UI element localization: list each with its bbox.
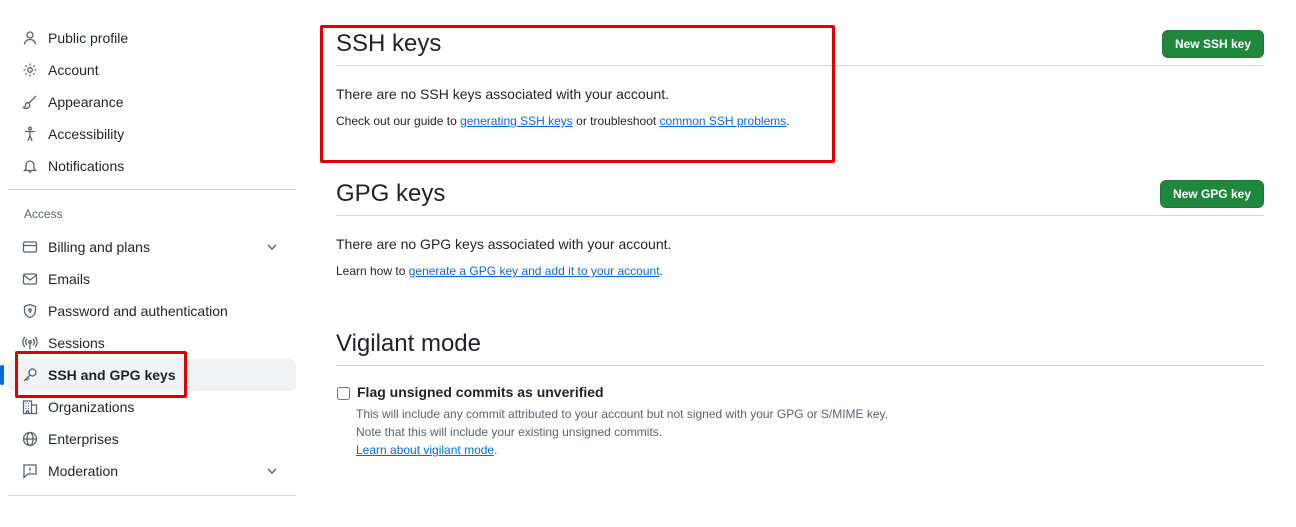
sidebar-item-label: Notifications bbox=[48, 158, 125, 174]
ssh-guide-prefix: Check out our guide to bbox=[336, 114, 461, 128]
vigilant-mode-checkbox[interactable] bbox=[337, 387, 350, 400]
ssh-guide-text: Check out our guide to generating SSH ke… bbox=[336, 114, 1264, 128]
sidebar-item-label: Appearance bbox=[48, 94, 124, 110]
report-icon bbox=[22, 463, 38, 479]
mail-icon bbox=[22, 271, 38, 287]
accessibility-icon bbox=[22, 126, 38, 142]
vigilant-note-line3: Learn about vigilant mode. bbox=[356, 441, 1264, 459]
gpg-keys-header: GPG keys New GPG key bbox=[336, 172, 1264, 216]
common-ssh-problems-link[interactable]: common SSH problems bbox=[660, 114, 787, 128]
vigilant-link-suffix: . bbox=[494, 443, 498, 457]
vigilant-mode-option: Flag unsigned commits as unverified bbox=[336, 384, 1264, 400]
sidebar-item-password[interactable]: Password and authentication bbox=[8, 295, 296, 327]
sidebar-item-ssh-gpg-keys[interactable]: SSH and GPG keys bbox=[0, 359, 296, 391]
sidebar-item-account[interactable]: Account bbox=[8, 54, 296, 86]
gpg-keys-title: GPG keys bbox=[336, 179, 446, 207]
ssh-keys-section: SSH keys New SSH key There are no SSH ke… bbox=[336, 22, 1264, 172]
vigilant-mode-section: Vigilant mode Flag unsigned commits as u… bbox=[336, 322, 1264, 459]
gpg-keys-section: GPG keys New GPG key There are no GPG ke… bbox=[336, 172, 1264, 322]
ssh-empty-message: There are no SSH keys associated with yo… bbox=[336, 86, 670, 102]
paintbrush-icon bbox=[22, 94, 38, 110]
chevron-down-icon[interactable] bbox=[264, 239, 280, 255]
sidebar-item-enterprises[interactable]: Enterprises bbox=[8, 423, 296, 455]
sidebar-item-label: Password and authentication bbox=[48, 303, 228, 319]
sidebar-item-label: Public profile bbox=[48, 30, 129, 46]
credit-card-icon bbox=[22, 239, 38, 255]
sidebar-item-label: Moderation bbox=[48, 463, 119, 479]
vigilant-note-line1: This will include any commit attributed … bbox=[356, 407, 889, 421]
new-gpg-key-button[interactable]: New GPG key bbox=[1159, 179, 1264, 208]
new-ssh-key-button[interactable]: New SSH key bbox=[1161, 29, 1264, 58]
sidebar-item-sessions[interactable]: Sessions bbox=[8, 327, 296, 359]
sidebar-item-moderation[interactable]: Moderation bbox=[8, 455, 296, 487]
ssh-keys-title: SSH keys bbox=[336, 29, 442, 57]
sidebar-item-organizations[interactable]: Organizations bbox=[8, 391, 296, 423]
chevron-down-icon[interactable] bbox=[264, 463, 280, 479]
shield-lock-icon bbox=[22, 303, 38, 319]
ssh-guide-mid: or troubleshoot bbox=[572, 114, 660, 128]
sidebar-item-public-profile[interactable]: Public profile bbox=[8, 22, 296, 54]
organization-icon bbox=[22, 399, 38, 415]
vigilant-mode-label[interactable]: Flag unsigned commits as unverified bbox=[357, 384, 604, 400]
sidebar-item-label: Enterprises bbox=[48, 431, 119, 447]
sidebar-item-label: Accessibility bbox=[48, 126, 125, 142]
sidebar-item-appearance[interactable]: Appearance bbox=[8, 86, 296, 118]
ssh-guide-suffix: . bbox=[786, 114, 790, 128]
sidebar-item-emails[interactable]: Emails bbox=[8, 263, 296, 295]
vigilant-mode-title: Vigilant mode bbox=[336, 329, 481, 357]
sidebar-item-accessibility[interactable]: Accessibility bbox=[8, 118, 296, 150]
generate-gpg-key-link[interactable]: generate a GPG key and add it to your ac… bbox=[409, 264, 660, 278]
person-icon bbox=[22, 30, 38, 46]
gpg-learn-suffix: . bbox=[659, 264, 663, 278]
vigilant-mode-note: This will include any commit attributed … bbox=[356, 405, 1264, 459]
sidebar-divider bbox=[8, 495, 296, 496]
active-indicator bbox=[0, 365, 4, 385]
main-content: SSH keys New SSH key There are no SSH ke… bbox=[336, 22, 1264, 459]
gpg-learn-prefix: Learn how to bbox=[336, 264, 409, 278]
gpg-learn-text: Learn how to generate a GPG key and add … bbox=[336, 264, 1264, 278]
sidebar-item-label: Billing and plans bbox=[48, 239, 150, 255]
sidebar-section-heading-access: Access bbox=[24, 207, 63, 221]
globe-icon bbox=[22, 431, 38, 447]
sidebar-section-heading-code: Code, planning, and automation bbox=[8, 503, 296, 527]
sidebar-item-label: SSH and GPG keys bbox=[48, 367, 176, 383]
gpg-empty-message: There are no GPG keys associated with yo… bbox=[336, 236, 672, 252]
sidebar-item-label: Emails bbox=[48, 271, 91, 287]
ssh-keys-header: SSH keys New SSH key bbox=[336, 22, 1264, 66]
key-icon bbox=[22, 367, 38, 383]
learn-vigilant-mode-link[interactable]: Learn about vigilant mode bbox=[356, 443, 494, 457]
settings-sidebar: Public profile Account Appearance Access… bbox=[0, 22, 296, 527]
generating-ssh-keys-link[interactable]: generating SSH keys bbox=[460, 114, 573, 128]
sidebar-divider bbox=[8, 189, 296, 190]
gear-icon bbox=[22, 62, 38, 78]
vigilant-note-line2: Note that this will include your existin… bbox=[356, 425, 663, 439]
sidebar-item-notifications[interactable]: Notifications bbox=[8, 150, 296, 182]
bell-icon bbox=[22, 158, 38, 174]
sidebar-item-label: Organizations bbox=[48, 399, 135, 415]
vigilant-mode-header: Vigilant mode bbox=[336, 322, 1264, 366]
sidebar-item-billing[interactable]: Billing and plans bbox=[8, 231, 296, 263]
sidebar-item-label: Sessions bbox=[48, 335, 105, 351]
broadcast-icon bbox=[22, 335, 38, 351]
sidebar-item-label: Account bbox=[48, 62, 99, 78]
